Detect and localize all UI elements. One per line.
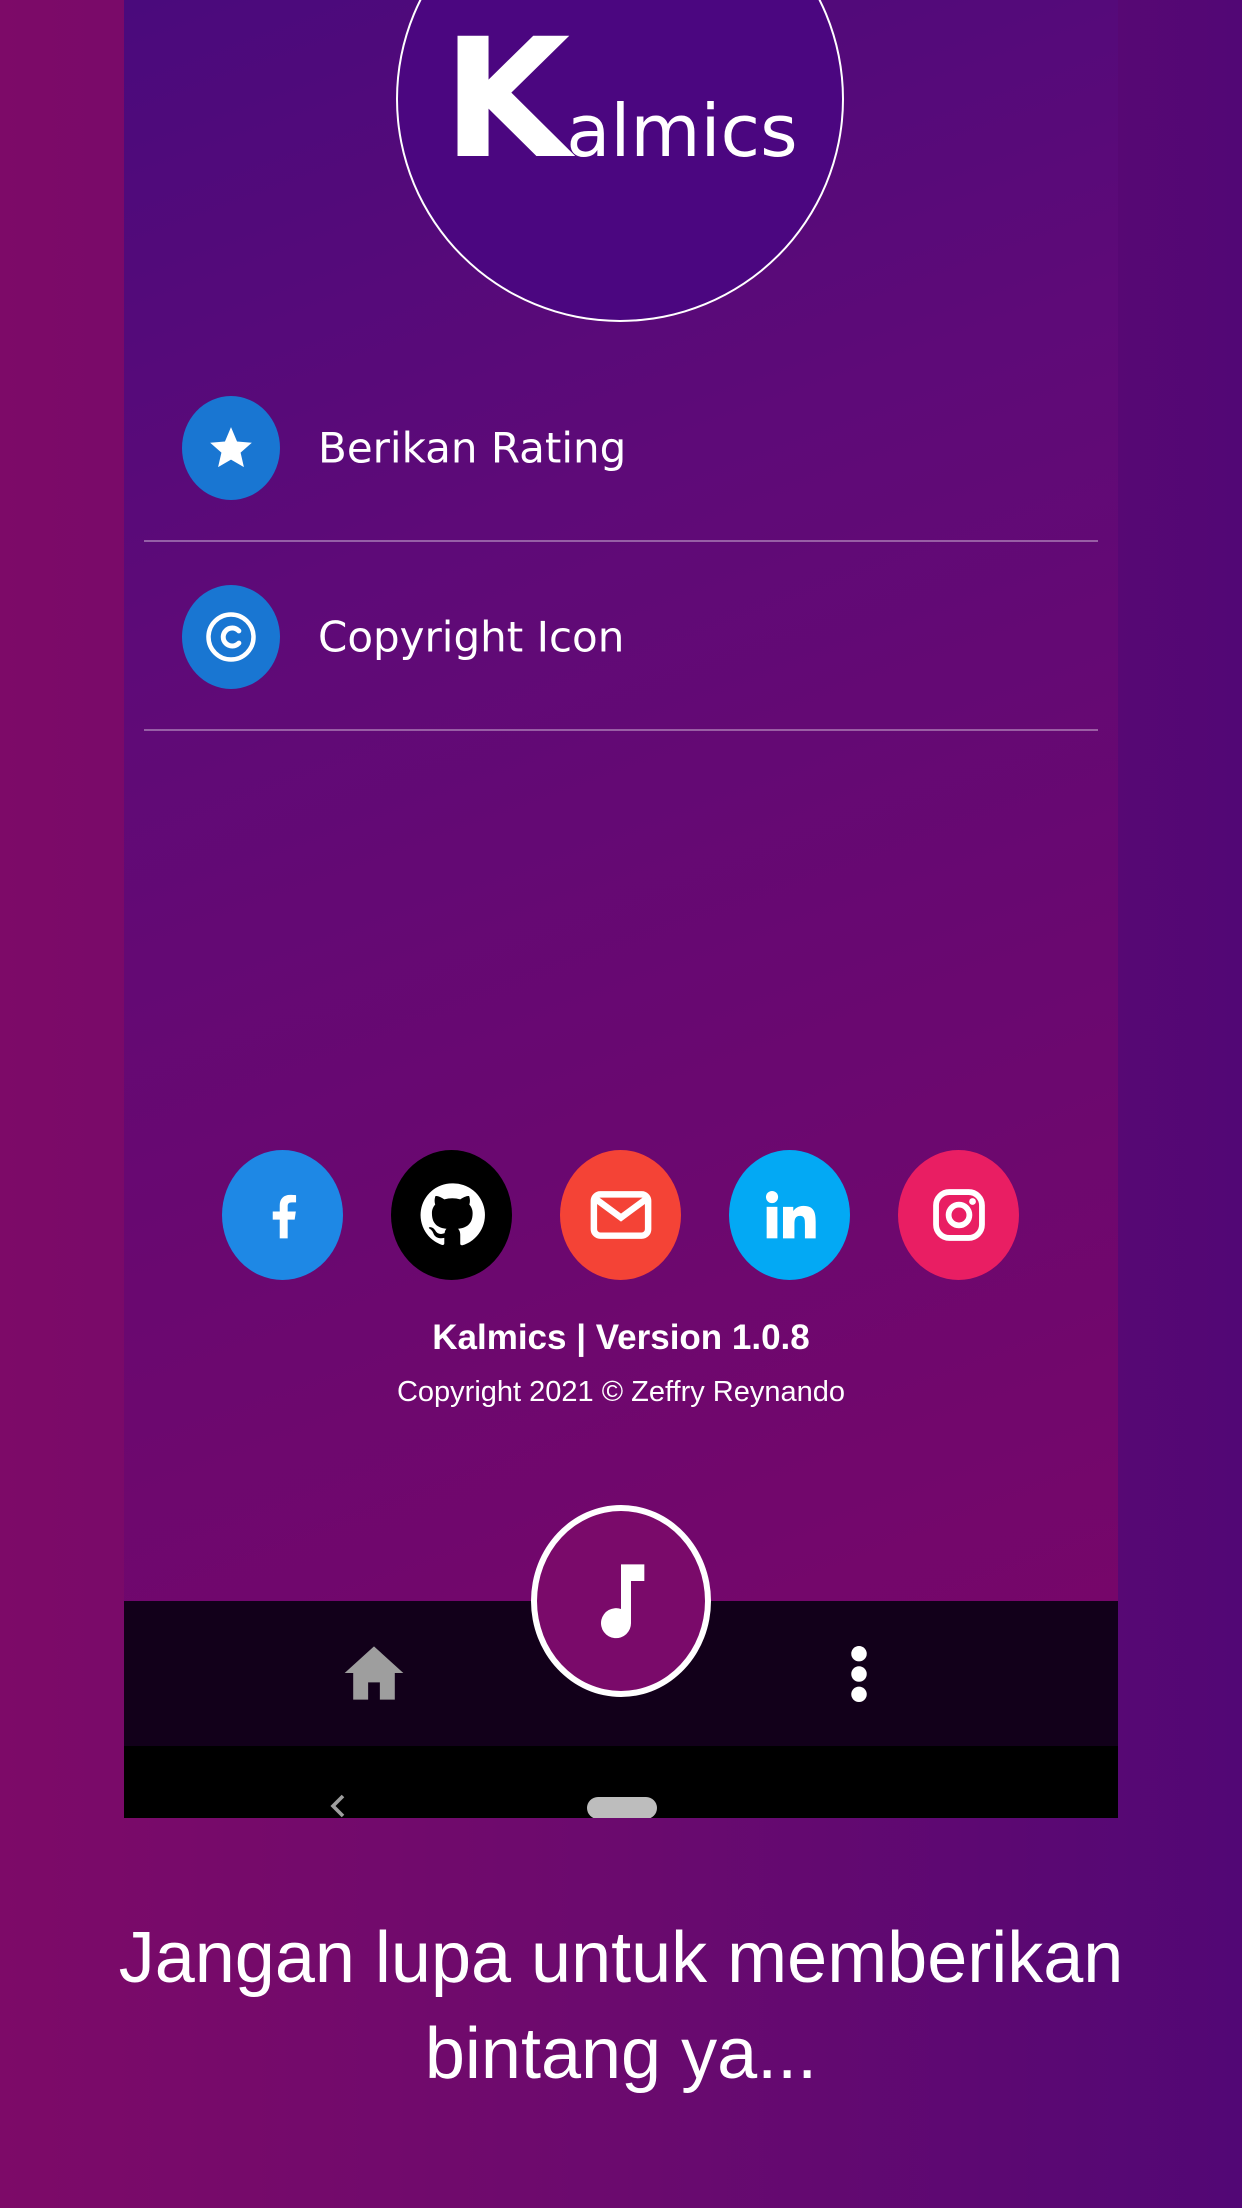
- menu-label-copyright: Copyright Icon: [318, 612, 625, 661]
- facebook-button[interactable]: [222, 1150, 343, 1280]
- back-icon[interactable]: [329, 1794, 349, 1818]
- copyright-text: Copyright 2021 © Zeffry Reynando: [396, 1376, 846, 1408]
- home-icon[interactable]: [342, 1643, 406, 1703]
- github-button[interactable]: [391, 1150, 512, 1280]
- app-version: Kalmics | Version 1.0.8: [432, 1318, 810, 1357]
- linkedin-icon: [765, 1190, 816, 1239]
- music-note-icon: [601, 1564, 645, 1639]
- facebook-icon: [272, 1194, 296, 1239]
- copyright-icon: [182, 584, 280, 689]
- menu-item-copyright[interactable]: Copyright Icon: [144, 544, 1098, 731]
- caption-line-2: bintang ya...: [424, 2014, 818, 2094]
- linkedin-button[interactable]: [729, 1150, 850, 1280]
- logo-letter: K: [442, 3, 570, 195]
- app-logo: Kalmics: [396, 0, 844, 322]
- more-vertical-icon[interactable]: [844, 1645, 874, 1703]
- system-navigation-bar: [124, 1746, 1118, 1818]
- github-icon: [420, 1183, 485, 1246]
- app-screen: Kalmics Berikan Rating Copyright Icon Ka…: [124, 0, 1118, 1818]
- caption-line-1: Jangan lupa untuk memberikan: [118, 1918, 1124, 1998]
- social-links: [124, 1150, 1118, 1280]
- menu-label-rating: Berikan Rating: [318, 423, 627, 472]
- star-icon: [182, 395, 280, 500]
- envelope-icon: [590, 1191, 651, 1239]
- system-home-pill[interactable]: [587, 1797, 657, 1818]
- music-fab-button[interactable]: [531, 1505, 711, 1697]
- promo-caption: Jangan lupa untuk memberikan bintang ya.…: [40, 1910, 1202, 2102]
- instagram-icon: [932, 1189, 985, 1241]
- menu-item-rating[interactable]: Berikan Rating: [144, 355, 1098, 542]
- email-button[interactable]: [560, 1150, 681, 1280]
- logo-wordmark: almics: [566, 89, 798, 173]
- instagram-button[interactable]: [898, 1150, 1019, 1280]
